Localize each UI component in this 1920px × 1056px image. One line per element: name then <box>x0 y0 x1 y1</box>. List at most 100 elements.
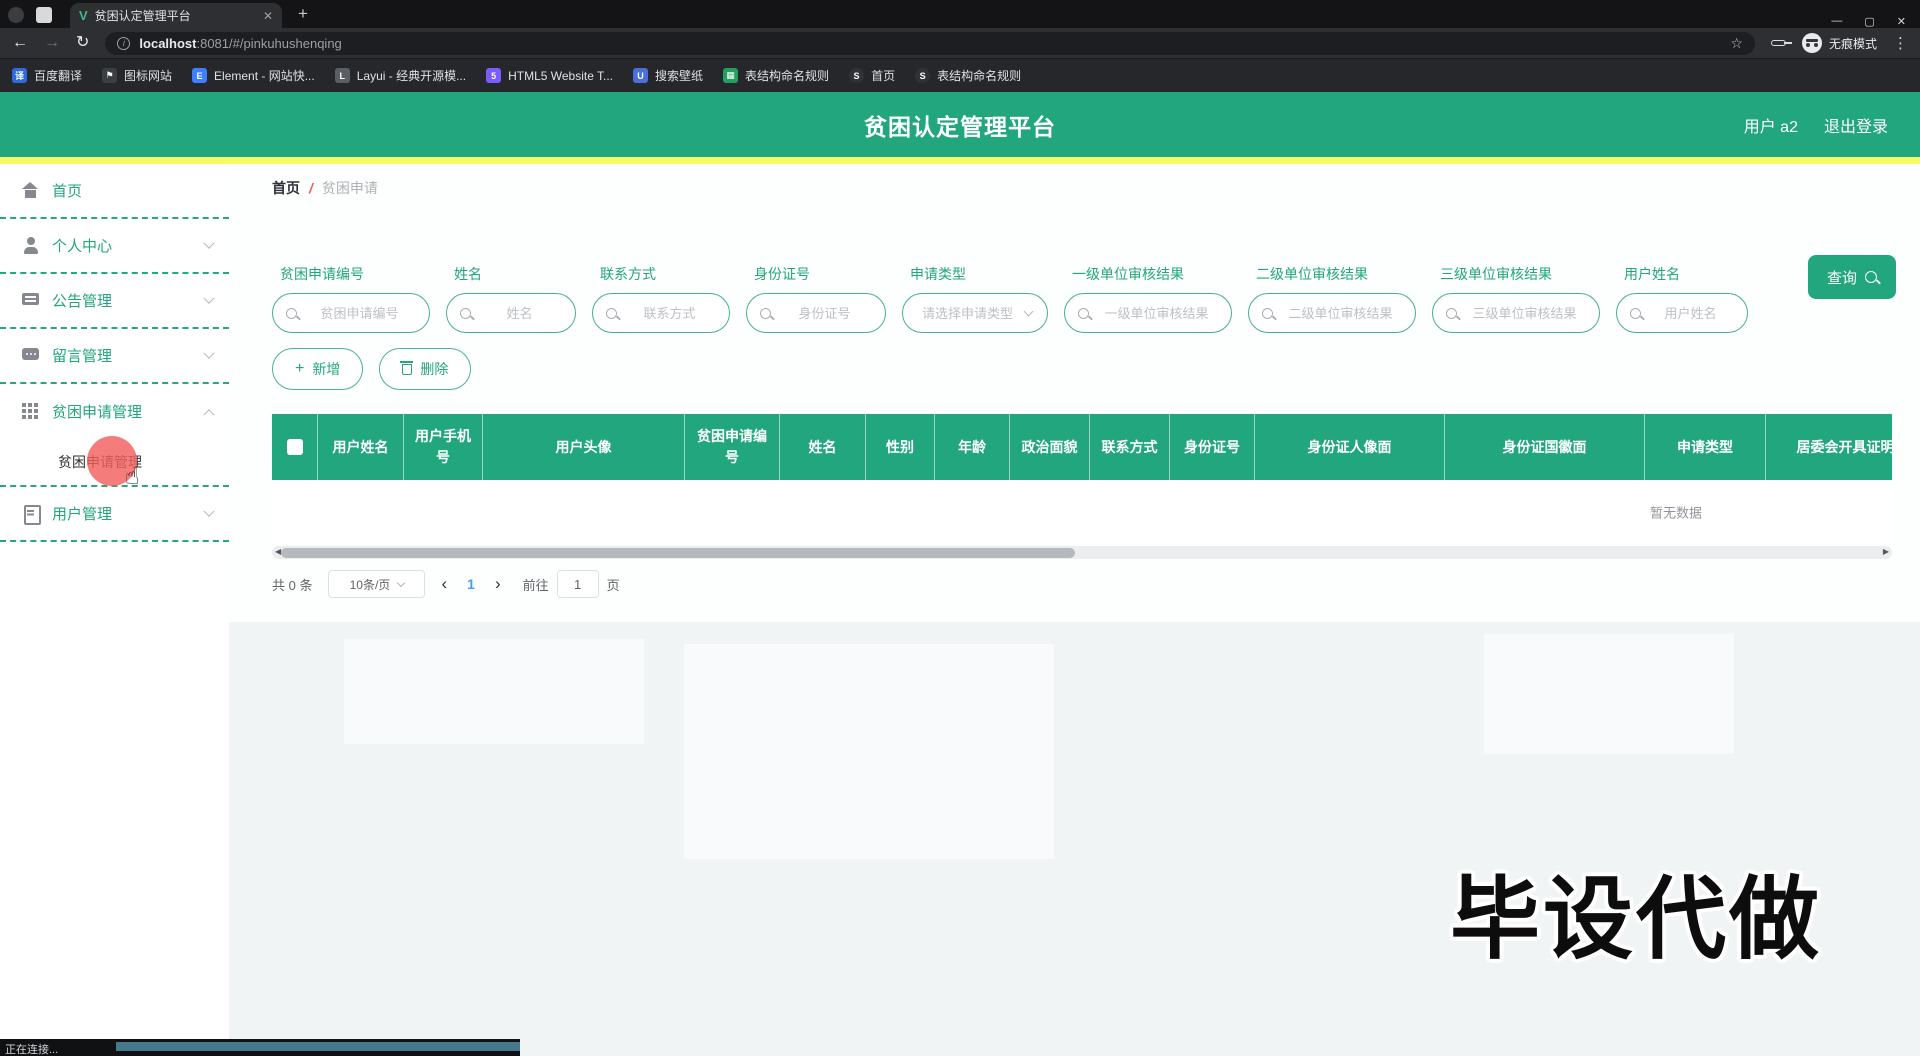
search-field-input-wrap <box>1064 293 1232 333</box>
current-user-label: 用户 a2 <box>1743 118 1798 136</box>
search-field-input[interactable] <box>623 305 716 321</box>
bookmark-favicon-icon: ▦ <box>723 68 739 83</box>
search-field-label: 联系方式 <box>600 266 656 282</box>
back-button[interactable]: ← <box>12 35 28 51</box>
sidebar-item[interactable]: 贫困申请管理 <box>0 384 229 439</box>
bookmark-item[interactable]: S 首页 <box>849 67 895 84</box>
sidebar: 首页 个人中心 公告管理 留言管理 贫困申请管理 用户管理 <box>0 164 229 1056</box>
delete-button[interactable]: 删除 <box>379 348 472 390</box>
search-field: 一级单位审核结果 <box>1064 264 1232 333</box>
bookmark-item[interactable]: ▦ 表结构命名规则 <box>723 67 829 84</box>
bookmark-label: 首页 <box>871 69 896 83</box>
next-page-button[interactable]: › <box>489 574 507 594</box>
breadcrumb-home[interactable]: 首页 <box>272 178 300 198</box>
prev-page-button[interactable]: ‹ <box>435 574 453 594</box>
bookmark-favicon-icon: 译 <box>12 68 27 83</box>
table-header-cell: 年龄 <box>935 414 1010 480</box>
query-button[interactable]: 查询 <box>1808 255 1896 299</box>
browser-status-text: 正在连接... <box>5 1044 59 1056</box>
current-page-button[interactable]: 1 <box>463 576 479 592</box>
table-header-cell: 居委会开具证明 <box>1766 414 1893 480</box>
logout-link[interactable]: 退出登录 <box>1824 113 1888 137</box>
password-key-icon[interactable] <box>1770 40 1792 46</box>
url-bar[interactable]: i localhost:8081/#/pinkuhushenqing ☆ <box>105 31 1755 55</box>
new-tab-button[interactable]: + <box>298 4 308 24</box>
table-header-cell: 身份证号 <box>1170 414 1255 480</box>
app-title: 贫困认定管理平台 <box>864 113 1056 140</box>
search-icon <box>286 307 297 319</box>
search-icon <box>1446 307 1457 319</box>
banner-stripe <box>0 157 1920 164</box>
vue-favicon-icon: V <box>79 8 88 23</box>
sidebar-item[interactable]: 公告管理 <box>0 274 229 329</box>
tab-title: 贫困认定管理平台 <box>94 9 191 23</box>
url-text: localhost:8081/#/pinkuhushenqing <box>139 35 342 51</box>
page-size-select[interactable]: 10条/页 <box>328 570 426 598</box>
sidebar-item-icon <box>22 182 39 199</box>
bookmark-item[interactable]: E Element - 网站快... <box>192 67 315 84</box>
search-icon <box>1262 307 1273 319</box>
search-field-input[interactable] <box>1279 305 1402 321</box>
forward-button[interactable]: → <box>44 35 60 51</box>
sidebar-item[interactable]: 个人中心 <box>0 219 229 274</box>
bookmark-item[interactable]: 译 百度翻译 <box>12 67 82 84</box>
browser-menu-icon[interactable]: ⋮ <box>1893 34 1908 52</box>
select-all-checkbox[interactable] <box>286 439 303 455</box>
scroll-right-icon[interactable]: ▶ <box>1883 547 1889 556</box>
search-field-input[interactable] <box>303 305 416 321</box>
sidebar-item[interactable]: 首页 <box>0 164 229 219</box>
trash-icon <box>399 361 413 375</box>
sidebar-item-icon <box>22 403 39 420</box>
bookmark-favicon-icon: 5 <box>486 68 502 83</box>
bookmark-favicon-icon: S <box>915 68 931 83</box>
bookmark-item[interactable]: 5 HTML5 Website T... <box>486 68 613 83</box>
sidebar-item-label: 贫困申请管理 <box>52 404 143 421</box>
total-count-label: 共 0 条 <box>272 577 313 593</box>
reload-button[interactable]: ↻ <box>76 35 89 51</box>
site-info-icon[interactable]: i <box>117 36 131 50</box>
bookmark-item[interactable]: ⚑ 图标网站 <box>102 67 172 84</box>
search-field-input[interactable] <box>1647 305 1734 321</box>
search-field-input[interactable] <box>477 305 562 321</box>
bookmarks-bar: 译 百度翻译 ⚑ 图标网站 E Element - 网站快... L Layui… <box>0 58 1920 92</box>
hand-cursor-icon: ☝ <box>125 463 140 490</box>
bookmark-item[interactable]: L Layui - 经典开源模... <box>334 67 466 84</box>
search-field-input-wrap <box>1248 293 1416 333</box>
search-field-input[interactable] <box>1463 305 1586 321</box>
sidebar-item[interactable]: 留言管理 <box>0 329 229 384</box>
table-header-row: 用户姓名 用户手机号 用户头像 贫困申请编号 姓名 性别 年龄 政治面貌 联系方… <box>272 414 1892 480</box>
sidebar-item-label: 个人中心 <box>52 238 113 255</box>
search-field: 二级单位审核结果 <box>1248 264 1416 333</box>
table-header-cell: 贫困申请编号 <box>685 414 780 480</box>
browser-tab[interactable]: V 贫困认定管理平台 ✕ <box>70 3 282 28</box>
search-icon <box>1865 271 1877 283</box>
search-field: 申请类型 <box>902 264 1048 333</box>
chevron-icon <box>203 292 215 304</box>
bookmark-favicon-icon: ⚑ <box>102 68 118 83</box>
bookmark-star-icon[interactable]: ☆ <box>1730 35 1743 52</box>
sidebar-item-icon <box>22 347 39 364</box>
table-body: 暂无数据 <box>272 480 1892 544</box>
window-minimize-button[interactable]: — <box>1831 15 1842 28</box>
table-header-cell: 身份证国徽面 <box>1445 414 1645 480</box>
chevron-icon <box>203 505 215 517</box>
chevron-icon <box>203 237 215 249</box>
goto-page-input[interactable] <box>556 570 599 598</box>
sidebar-item[interactable]: 用户管理 <box>0 487 229 542</box>
table-header-checkbox-cell <box>272 414 318 480</box>
incognito-icon <box>1801 33 1822 53</box>
search-field-input[interactable] <box>777 305 872 321</box>
window-maximize-button[interactable]: ▢ <box>1864 15 1874 28</box>
search-field-input[interactable] <box>916 305 1019 321</box>
search-field-input[interactable] <box>1095 305 1218 321</box>
plus-icon: + <box>295 360 305 377</box>
scrollbar-thumb[interactable] <box>281 547 1075 558</box>
bookmark-item[interactable]: S 表结构命名规则 <box>915 67 1021 84</box>
window-close-button[interactable]: ✕ <box>1897 15 1906 28</box>
horizontal-scrollbar[interactable]: ◀ ▶ <box>272 546 1892 559</box>
bookmark-item[interactable]: U 搜索壁纸 <box>633 67 703 84</box>
search-field: 三级单位审核结果 <box>1432 264 1600 333</box>
tab-close-icon[interactable]: ✕ <box>263 9 273 23</box>
goto-label: 前往 <box>522 577 549 593</box>
add-button[interactable]: + 新增 <box>272 348 364 390</box>
